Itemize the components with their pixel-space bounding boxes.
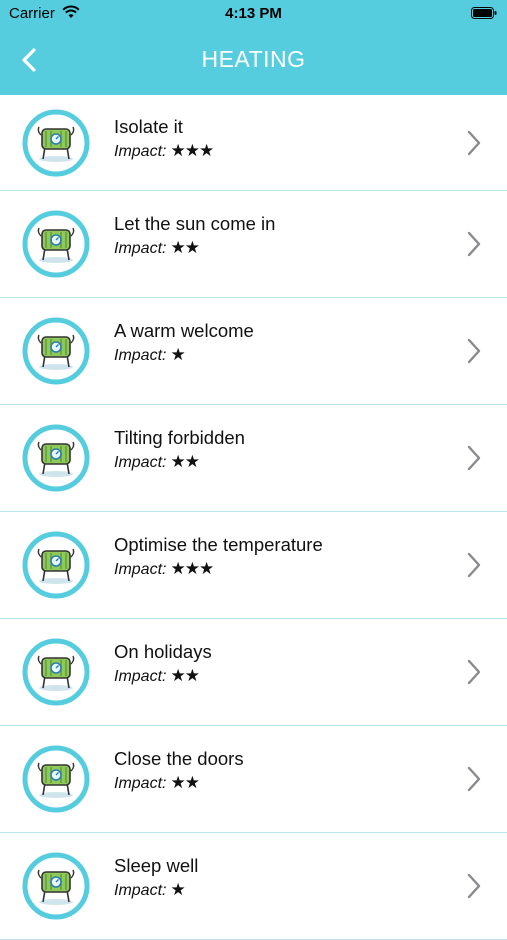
header: Carrier 4:13 PM HEATING bbox=[0, 0, 507, 95]
item-title: Sleep well bbox=[114, 855, 199, 876]
item-title: Isolate it bbox=[114, 116, 183, 137]
impact-stars: ★★ bbox=[170, 773, 200, 792]
chevron-right-icon bbox=[467, 338, 481, 364]
impact-stars: ★★★ bbox=[170, 141, 214, 160]
radiator-icon bbox=[22, 531, 90, 599]
status-bar: Carrier 4:13 PM bbox=[0, 0, 507, 28]
chevron-right-icon bbox=[467, 552, 481, 578]
radiator-icon bbox=[22, 210, 90, 278]
impact-label: Impact: bbox=[114, 882, 167, 899]
tips-list: Isolate it Impact: ★★★ Let the sun come i… bbox=[0, 95, 507, 940]
chevron-right-icon bbox=[467, 231, 481, 257]
list-item[interactable]: A warm welcome Impact: ★ bbox=[0, 298, 507, 405]
impact-label: Impact: bbox=[114, 240, 167, 257]
list-item[interactable]: Optimise the temperature Impact: ★★★ bbox=[0, 512, 507, 619]
impact-label: Impact: bbox=[114, 561, 167, 578]
impact-rating: Impact: ★★ bbox=[114, 666, 200, 686]
radiator-icon bbox=[22, 317, 90, 385]
item-title: Close the doors bbox=[114, 748, 244, 769]
item-title: Let the sun come in bbox=[114, 213, 276, 234]
impact-rating: Impact: ★★ bbox=[114, 773, 200, 793]
impact-label: Impact: bbox=[114, 347, 167, 364]
impact-rating: Impact: ★★ bbox=[114, 452, 200, 472]
impact-rating: Impact: ★★★ bbox=[114, 559, 214, 579]
impact-label: Impact: bbox=[114, 775, 167, 792]
radiator-icon bbox=[22, 638, 90, 706]
impact-label: Impact: bbox=[114, 668, 167, 685]
item-title: Tilting forbidden bbox=[114, 427, 245, 448]
impact-rating: Impact: ★★ bbox=[114, 238, 200, 258]
page-title: HEATING bbox=[201, 46, 306, 72]
impact-label: Impact: bbox=[114, 143, 167, 160]
impact-rating: Impact: ★ bbox=[114, 880, 186, 900]
nav-bar: HEATING bbox=[0, 38, 507, 84]
impact-label: Impact: bbox=[114, 454, 167, 471]
list-item[interactable]: Isolate it Impact: ★★★ bbox=[0, 95, 507, 191]
impact-stars: ★★★ bbox=[170, 559, 214, 578]
list-item[interactable]: Sleep well Impact: ★ bbox=[0, 833, 507, 940]
item-title: A warm welcome bbox=[114, 320, 254, 341]
list-item[interactable]: Close the doors Impact: ★★ bbox=[0, 726, 507, 833]
chevron-right-icon bbox=[467, 766, 481, 792]
radiator-icon bbox=[22, 745, 90, 813]
list-item[interactable]: On holidays Impact: ★★ bbox=[0, 619, 507, 726]
impact-stars: ★ bbox=[170, 880, 185, 899]
item-title: On holidays bbox=[114, 641, 212, 662]
impact-stars: ★★ bbox=[170, 452, 200, 471]
radiator-icon bbox=[22, 109, 90, 176]
impact-stars: ★ bbox=[170, 345, 185, 364]
clock: 4:13 PM bbox=[225, 5, 282, 22]
chevron-right-icon bbox=[467, 873, 481, 899]
radiator-icon bbox=[22, 852, 90, 920]
item-title: Optimise the temperature bbox=[114, 534, 323, 555]
impact-stars: ★★ bbox=[170, 238, 200, 257]
list-item[interactable]: Tilting forbidden Impact: ★★ bbox=[0, 405, 507, 512]
impact-rating: Impact: ★ bbox=[114, 345, 186, 365]
chevron-right-icon bbox=[467, 130, 481, 155]
battery-icon bbox=[471, 7, 497, 19]
impact-stars: ★★ bbox=[170, 666, 200, 685]
chevron-right-icon bbox=[467, 445, 481, 471]
chevron-right-icon bbox=[467, 659, 481, 685]
list-item[interactable]: Let the sun come in Impact: ★★ bbox=[0, 191, 507, 298]
radiator-icon bbox=[22, 424, 90, 492]
impact-rating: Impact: ★★★ bbox=[114, 141, 214, 161]
